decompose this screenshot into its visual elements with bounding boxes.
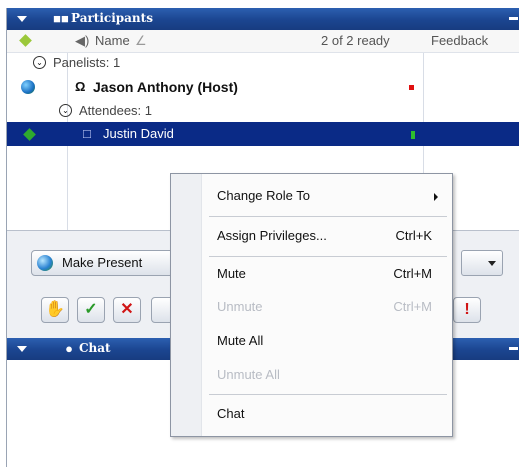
- table-row-selected[interactable]: □ Justin David: [7, 122, 519, 146]
- minimize-icon[interactable]: [509, 347, 518, 350]
- not-ready-indicator: [409, 85, 414, 90]
- mute-shortcut: Ctrl+M: [393, 266, 432, 281]
- participants-title: Participants: [71, 11, 153, 25]
- chat-title: Chat: [79, 341, 111, 355]
- raise-hand-button[interactable]: ✋: [41, 297, 69, 323]
- chevron-down-icon: [488, 261, 496, 266]
- ready-indicator: [411, 131, 415, 139]
- unmute-all-label: Unmute All: [217, 367, 280, 382]
- attendee-status-icon: [23, 128, 36, 141]
- make-presenter-label: Make Present: [62, 255, 143, 270]
- menu-item-mute-all[interactable]: Mute All: [217, 333, 447, 353]
- menu-item-assign-privileges[interactable]: Assign Privileges... Ctrl+K: [217, 228, 447, 248]
- chat-bubble-icon: ●: [65, 341, 73, 356]
- unmute-shortcut: Ctrl+M: [393, 299, 432, 314]
- collapse-triangle-icon[interactable]: [17, 346, 27, 352]
- attendees-label: Attendees: 1: [79, 103, 152, 118]
- panelists-label: Panelists: 1: [53, 55, 121, 70]
- collapse-group-icon[interactable]: ⌄: [59, 104, 72, 117]
- status-header-icon: [19, 34, 32, 47]
- attendees-group-row[interactable]: ⌄ Attendees: 1: [7, 100, 519, 122]
- change-role-label: Change Role To: [217, 188, 310, 203]
- panelists-group-row[interactable]: ⌄ Panelists: 1: [7, 52, 519, 74]
- participants-icon: ■■: [53, 11, 69, 26]
- menu-item-unmute: Unmute Ctrl+M: [217, 299, 447, 319]
- host-name: Jason Anthony (Host): [93, 79, 238, 95]
- assign-privileges-label: Assign Privileges...: [217, 228, 327, 243]
- phone-icon: □: [83, 126, 91, 141]
- mute-label: Mute: [217, 266, 246, 281]
- table-row[interactable]: Ω Jason Anthony (Host): [7, 74, 519, 100]
- menu-separator: [209, 256, 447, 257]
- collapse-triangle-icon[interactable]: [17, 16, 27, 22]
- unmute-label: Unmute: [217, 299, 263, 314]
- host-globe-icon: [21, 80, 35, 94]
- participants-titlebar[interactable]: ■■ Participants: [7, 8, 519, 30]
- menu-separator: [209, 216, 447, 217]
- minimize-icon[interactable]: [509, 17, 518, 20]
- presenter-globe-icon: [37, 255, 53, 271]
- chat-label: Chat: [217, 406, 245, 421]
- list-header: ◀) Name ∠ 2 of 2 ready Feedback: [7, 30, 519, 53]
- menu-item-change-role[interactable]: Change Role To: [217, 188, 447, 208]
- no-x-button[interactable]: ✕: [113, 297, 141, 323]
- menu-separator: [209, 394, 447, 395]
- speaker-icon: ◀): [75, 33, 90, 48]
- sort-icon: ∠: [135, 33, 147, 48]
- collapse-group-icon[interactable]: ⌄: [33, 56, 46, 69]
- menu-item-mute[interactable]: Mute Ctrl+M: [217, 266, 447, 286]
- menu-item-chat[interactable]: Chat: [217, 406, 447, 426]
- yes-check-button[interactable]: ✓: [77, 297, 105, 323]
- attendee-name: Justin David: [103, 126, 174, 141]
- presenter-dropdown[interactable]: [461, 250, 503, 276]
- name-column-header[interactable]: Name: [95, 33, 130, 48]
- submenu-arrow-icon: [434, 193, 438, 201]
- context-menu: Change Role To Assign Privileges... Ctrl…: [170, 173, 453, 437]
- alert-button[interactable]: !: [453, 297, 481, 323]
- mute-all-label: Mute All: [217, 333, 264, 348]
- ready-column-header[interactable]: 2 of 2 ready: [321, 33, 390, 48]
- headset-icon: Ω: [75, 79, 86, 94]
- menu-icon-gutter: [171, 174, 202, 436]
- menu-item-unmute-all: Unmute All: [217, 367, 447, 387]
- feedback-column-header[interactable]: Feedback: [431, 33, 488, 48]
- assign-privileges-shortcut: Ctrl+K: [395, 228, 432, 243]
